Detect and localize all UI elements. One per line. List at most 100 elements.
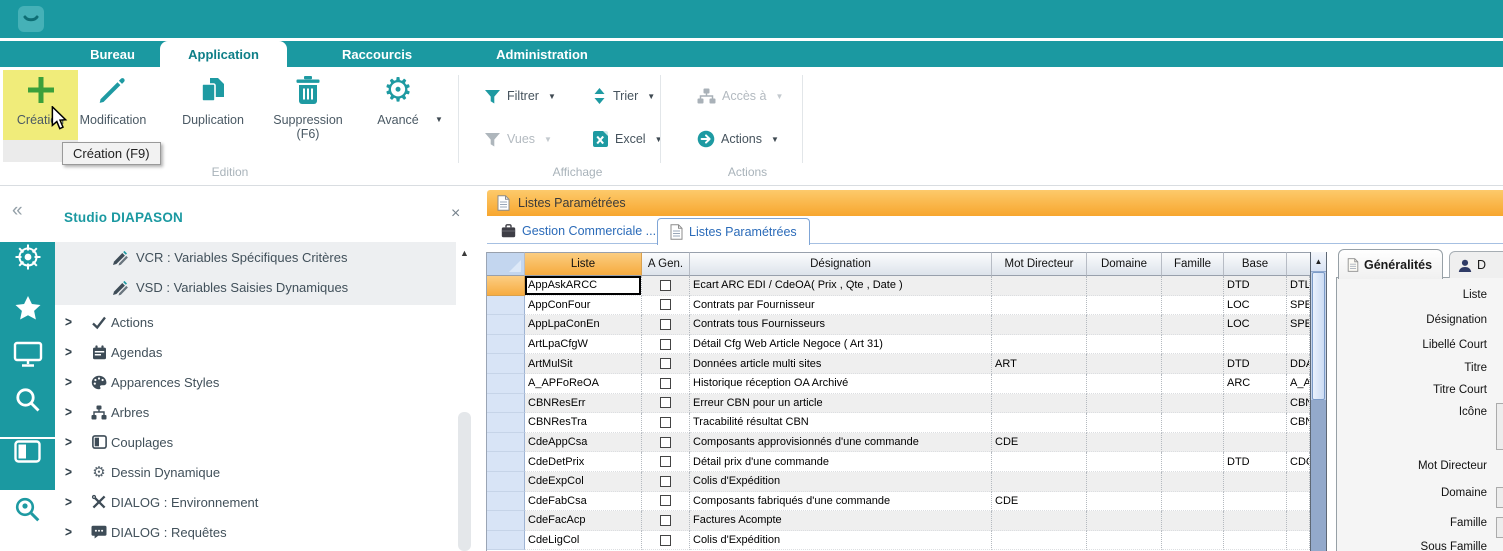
cell-a-gen[interactable] — [642, 413, 690, 433]
tab-d[interactable]: D — [1449, 251, 1503, 278]
cell-designation[interactable]: Erreur CBN pour un article — [690, 394, 992, 414]
cell-mot-directeur[interactable]: ART — [992, 354, 1087, 374]
cell-famille[interactable] — [1162, 374, 1224, 394]
cell-domaine[interactable] — [1087, 433, 1162, 453]
cell-mot-directeur[interactable] — [992, 276, 1087, 296]
actions-dropdown-icon[interactable]: ▼ — [771, 135, 779, 144]
cell-base[interactable] — [1224, 492, 1287, 512]
chevron-right-icon[interactable]: > — [55, 344, 87, 360]
cell-base[interactable] — [1224, 413, 1287, 433]
cell-designation[interactable]: Composants approvisionnés d'une commande — [690, 433, 992, 453]
row-header[interactable] — [487, 276, 525, 296]
tree-scrollbar-thumb[interactable] — [458, 412, 471, 551]
filtrer-dropdown-icon[interactable]: ▼ — [548, 92, 556, 101]
cell-a-gen[interactable] — [642, 531, 690, 551]
duplication-button[interactable]: Duplication — [168, 70, 258, 140]
cell-designation[interactable]: Historique réception OA Archivé — [690, 374, 992, 394]
tab-bureau[interactable]: Bureau — [60, 41, 165, 67]
modification-button[interactable]: Modification — [64, 70, 162, 140]
cell-liste[interactable]: CBNResTra — [525, 413, 642, 433]
tree-item[interactable]: >DIALOG : Environnement — [55, 487, 475, 517]
checkbox[interactable] — [660, 535, 671, 546]
chevron-right-icon[interactable]: > — [55, 434, 87, 450]
cell-base[interactable] — [1224, 531, 1287, 551]
tree-item-selected[interactable]: VSD : Variables Saisies Dynamiques — [55, 273, 456, 302]
wheel-icon[interactable] — [0, 242, 55, 272]
checkbox[interactable] — [660, 319, 671, 330]
cell-famille[interactable] — [1162, 354, 1224, 374]
cell-a-gen[interactable] — [642, 452, 690, 472]
scrollbar-track[interactable] — [1311, 400, 1326, 551]
cell-extra[interactable] — [1287, 433, 1310, 453]
star-icon[interactable] — [0, 294, 55, 323]
cell-liste[interactable]: CdeFabCsa — [525, 492, 642, 512]
cell-famille[interactable] — [1162, 452, 1224, 472]
cell-extra[interactable]: DTLi — [1287, 276, 1310, 296]
cell-famille[interactable] — [1162, 315, 1224, 335]
chevron-right-icon[interactable]: > — [55, 464, 87, 480]
famille-field[interactable] — [1496, 517, 1503, 538]
cell-extra[interactable]: SPEA — [1287, 296, 1310, 316]
chevron-right-icon[interactable]: > — [55, 314, 87, 330]
cell-extra[interactable]: CBNR — [1287, 394, 1310, 414]
cell-a-gen[interactable] — [642, 296, 690, 316]
column-header-a-gen[interactable]: A Gen. — [642, 252, 690, 276]
cell-base[interactable]: LOC — [1224, 315, 1287, 335]
cell-famille[interactable] — [1162, 492, 1224, 512]
cell-a-gen[interactable] — [642, 335, 690, 355]
app-icon[interactable] — [18, 6, 44, 32]
cell-designation[interactable]: Composants fabriqués d'une commande — [690, 492, 992, 512]
cell-famille[interactable] — [1162, 296, 1224, 316]
column-header-designation[interactable]: Désignation — [690, 252, 992, 276]
tab-application[interactable]: Application — [160, 41, 287, 67]
row-header[interactable] — [487, 315, 525, 335]
cell-extra[interactable] — [1287, 531, 1310, 551]
grid-corner-cell[interactable] — [487, 252, 525, 276]
suppression-button[interactable]: Suppression (F6) — [260, 70, 356, 140]
cell-extra[interactable]: CBNR — [1287, 413, 1310, 433]
tab-generalites[interactable]: Généralités — [1338, 249, 1443, 279]
cell-extra[interactable] — [1287, 472, 1310, 492]
acces-a-button[interactable]: Accès à ▼ — [697, 84, 783, 108]
tree-item[interactable]: >Apparences Styles — [55, 367, 475, 397]
chevron-right-icon[interactable]: > — [55, 404, 87, 420]
doc-tab-gestion-commerciale[interactable]: Gestion Commerciale ... — [489, 218, 668, 244]
excel-dropdown-icon[interactable]: ▼ — [655, 135, 663, 144]
avance-dropdown-icon[interactable]: ▼ — [435, 115, 443, 124]
cell-base[interactable]: ARC — [1224, 374, 1287, 394]
row-header[interactable] — [487, 335, 525, 355]
column-header-mot-directeur[interactable]: Mot Directeur — [992, 252, 1087, 276]
collapse-sidebar-icon[interactable]: « — [12, 200, 23, 222]
cell-base[interactable] — [1224, 394, 1287, 414]
cell-liste[interactable]: ArtMulSit — [525, 354, 642, 374]
cell-designation[interactable]: Détail Cfg Web Article Negoce ( Art 31) — [690, 335, 992, 355]
cell-liste[interactable]: AppLpaConEn — [525, 315, 642, 335]
chevron-right-icon[interactable]: > — [55, 524, 87, 540]
cell-a-gen[interactable] — [642, 315, 690, 335]
cell-mot-directeur[interactable] — [992, 413, 1087, 433]
cell-domaine[interactable] — [1087, 374, 1162, 394]
pin-search-icon[interactable] — [0, 496, 55, 523]
cell-a-gen[interactable] — [642, 433, 690, 453]
cell-mot-directeur[interactable] — [992, 296, 1087, 316]
tab-administration[interactable]: Administration — [468, 41, 616, 67]
cell-domaine[interactable] — [1087, 315, 1162, 335]
cell-extra[interactable]: A_AR — [1287, 374, 1310, 394]
row-header[interactable] — [487, 511, 525, 531]
excel-button[interactable]: Excel ▼ — [592, 127, 663, 151]
cell-a-gen[interactable] — [642, 374, 690, 394]
cell-designation[interactable]: Factures Acompte — [690, 511, 992, 531]
row-header[interactable] — [487, 413, 525, 433]
cell-mot-directeur[interactable] — [992, 472, 1087, 492]
cell-famille[interactable] — [1162, 433, 1224, 453]
tree-item[interactable]: >Agendas — [55, 337, 475, 367]
cell-domaine[interactable] — [1087, 276, 1162, 296]
cell-liste[interactable]: CdeLigCol — [525, 531, 642, 551]
checkbox[interactable] — [660, 437, 671, 448]
cell-a-gen[interactable] — [642, 472, 690, 492]
cell-domaine[interactable] — [1087, 452, 1162, 472]
cell-mot-directeur[interactable] — [992, 374, 1087, 394]
cell-designation[interactable]: Colis d'Expédition — [690, 472, 992, 492]
cell-mot-directeur[interactable] — [992, 452, 1087, 472]
cell-designation[interactable]: Contrats tous Fournisseurs — [690, 315, 992, 335]
